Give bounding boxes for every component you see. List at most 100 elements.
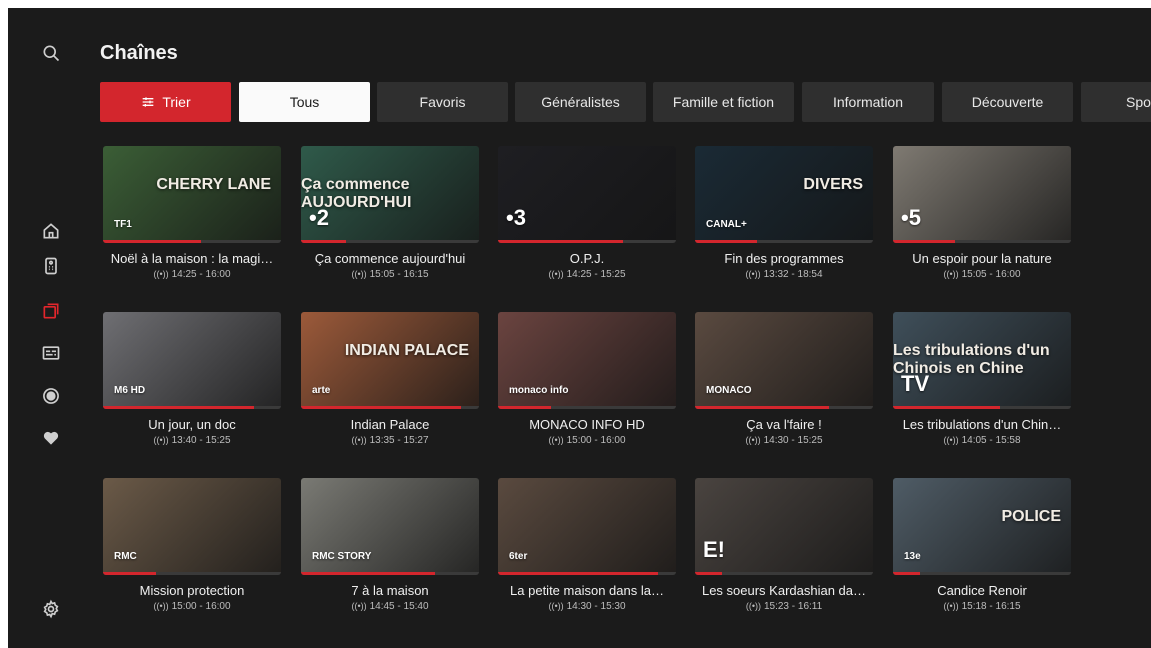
- channel-card[interactable]: monaco info MONACO INFO HD ((•)) 15:00 - 16…: [498, 312, 676, 446]
- progress-fill: [103, 572, 157, 575]
- program-time: ((•)) 13:32 - 18:54: [695, 269, 873, 280]
- progress-fill: [301, 240, 346, 243]
- channel-card[interactable]: Ça commence AUJOURD'HUI •2 Ça commence auj…: [301, 146, 479, 280]
- sort-button[interactable]: Trier: [100, 82, 231, 122]
- program-time-range: 14:45 - 15:40: [369, 601, 429, 612]
- program-time-range: 14:30 - 15:30: [566, 601, 626, 612]
- program-title: 7 à la maison: [351, 583, 429, 598]
- program-time: ((•)) 15:00 - 16:00: [498, 435, 676, 446]
- program-time-range: 15:23 - 16:11: [763, 601, 823, 612]
- side-nav: [8, 8, 92, 648]
- channel-thumbnail: Ça commence AUJOURD'HUI •2: [301, 146, 479, 243]
- channel-card[interactable]: INDIAN PALACE arte Indian Palace ((•)) 13:35…: [301, 312, 479, 446]
- channel-thumbnail: 6ter: [498, 478, 676, 575]
- filter-decouverte[interactable]: Découverte: [942, 82, 1073, 122]
- thumbnail-overlay-text: DIVERS: [803, 176, 863, 193]
- channel-card[interactable]: MONACO Ça va l'faire ! ((•)) 14:30 - 15:25: [695, 312, 873, 446]
- program-time-range: 14:05 - 15:58: [961, 435, 1021, 446]
- channel-card[interactable]: •5 Un espoir pour la nature ((•)) 15:05 - 1…: [893, 146, 1071, 280]
- channel-logo: M6 HD: [114, 385, 146, 396]
- program-time-range: 15:18 - 16:15: [961, 601, 1021, 612]
- channel-logo: •5: [901, 205, 921, 230]
- program-time-range: 15:00 - 16:00: [171, 601, 231, 612]
- search-icon[interactable]: [40, 42, 62, 64]
- channel-card[interactable]: Les tribulations d'un Chinois en Chine TV…: [893, 312, 1071, 446]
- channel-card[interactable]: RMC Mission protection ((•)) 15:00 - 16:00: [103, 478, 281, 612]
- program-title: Candice Renoir: [937, 583, 1027, 598]
- channel-thumbnail: RMC STORY: [301, 478, 479, 575]
- program-time-range: 14:25 - 15:25: [566, 269, 626, 280]
- channel-thumbnail: CHERRY LANE TF1: [103, 146, 281, 243]
- program-title: Fin des programmes: [724, 251, 844, 266]
- program-title: Ça va l'faire !: [746, 417, 822, 432]
- filter-famille-fiction[interactable]: Famille et fiction: [653, 82, 794, 122]
- guide-icon[interactable]: [40, 342, 62, 364]
- live-icon: ((•)): [351, 269, 367, 279]
- channel-thumbnail: monaco info: [498, 312, 676, 409]
- channels-icon[interactable]: [40, 300, 62, 322]
- progress-fill: [301, 406, 462, 409]
- program-time: ((•)) 15:18 - 16:15: [893, 601, 1071, 612]
- channel-thumbnail: M6 HD: [103, 312, 281, 409]
- record-icon[interactable]: [40, 385, 62, 407]
- channel-card[interactable]: POLICE 13e Candice Renoir ((•)) 15:18 - 16:1…: [893, 478, 1071, 612]
- channel-logo: arte: [312, 385, 331, 396]
- program-time-range: 14:30 - 15:25: [763, 435, 823, 446]
- program-time: ((•)) 14:30 - 15:25: [695, 435, 873, 446]
- channel-thumbnail: E!: [695, 478, 873, 575]
- program-time-range: 13:35 - 15:27: [369, 435, 429, 446]
- channel-card[interactable]: DIVERS CANAL+ Fin des programmes ((•)) 13:32…: [695, 146, 873, 280]
- program-time-range: 15:00 - 16:00: [566, 435, 626, 446]
- program-title: O.P.J.: [569, 251, 605, 266]
- live-icon: ((•)): [943, 269, 959, 279]
- channel-logo: 6ter: [509, 551, 528, 562]
- program-title: Un jour, un doc: [148, 417, 236, 432]
- channel-card[interactable]: M6 HD Un jour, un doc ((•)) 13:40 - 15:25: [103, 312, 281, 446]
- channel-card[interactable]: E! Les soeurs Kardashian da… ((•)) 15:23 - …: [695, 478, 873, 612]
- channel-card[interactable]: •3 O.P.J. ((•)) 14:25 - 15:25: [498, 146, 676, 280]
- filter-sport[interactable]: Spo: [1081, 82, 1151, 122]
- program-time-range: 13:32 - 18:54: [763, 269, 823, 280]
- favorites-icon[interactable]: [40, 427, 62, 449]
- program-time: ((•)) 15:23 - 16:11: [695, 601, 873, 612]
- channel-thumbnail: •5: [893, 146, 1071, 243]
- program-title: Un espoir pour la nature: [912, 251, 1052, 266]
- channel-card[interactable]: RMC STORY 7 à la maison ((•)) 14:45 - 15:40: [301, 478, 479, 612]
- app-screen: Chaînes Trier Tous Favoris Généralistes …: [8, 8, 1151, 648]
- thumbnail-overlay-text: INDIAN PALACE: [344, 342, 469, 359]
- progress-fill: [893, 406, 1000, 409]
- program-title: Indian Palace: [350, 417, 430, 432]
- channel-card[interactable]: 6ter La petite maison dans la… ((•)) 14:30 …: [498, 478, 676, 612]
- channel-logo: MONACO: [706, 385, 752, 396]
- channel-thumbnail: INDIAN PALACE arte: [301, 312, 479, 409]
- thumbnail-overlay-text: CHERRY LANE: [156, 176, 271, 193]
- sliders-icon: [143, 97, 154, 107]
- page-title: Chaînes: [100, 42, 178, 64]
- program-time: ((•)) 15:05 - 16:00: [893, 269, 1071, 280]
- channel-logo: RMC STORY: [312, 551, 372, 562]
- live-icon: ((•)): [351, 601, 367, 611]
- progress-fill: [695, 406, 829, 409]
- channel-logo: RMC: [114, 551, 137, 562]
- progress-fill: [301, 572, 435, 575]
- live-icon: ((•)): [548, 435, 564, 445]
- program-time: ((•)) 14:45 - 15:40: [301, 601, 479, 612]
- filter-information[interactable]: Information: [802, 82, 934, 122]
- program-title: Noël à la maison : la magi…: [110, 251, 274, 266]
- program-title: Ça commence aujourd'hui: [314, 251, 466, 266]
- channel-card[interactable]: CHERRY LANE TF1 Noël à la maison : la magi…: [103, 146, 281, 280]
- home-icon[interactable]: [40, 220, 62, 242]
- progress-fill: [695, 240, 758, 243]
- program-title: Les soeurs Kardashian da…: [701, 583, 867, 598]
- filter-tous[interactable]: Tous: [239, 82, 370, 122]
- channel-logo: monaco info: [509, 385, 569, 396]
- filter-favoris[interactable]: Favoris: [377, 82, 508, 122]
- filter-generalistes[interactable]: Généralistes: [515, 82, 646, 122]
- live-icon: ((•)): [548, 269, 564, 279]
- live-icon: ((•)): [351, 435, 367, 445]
- live-icon: ((•)): [548, 601, 564, 611]
- settings-icon[interactable]: [40, 598, 62, 620]
- live-icon: ((•)): [153, 601, 169, 611]
- remote-icon[interactable]: [40, 255, 62, 277]
- live-icon: ((•)): [943, 601, 959, 611]
